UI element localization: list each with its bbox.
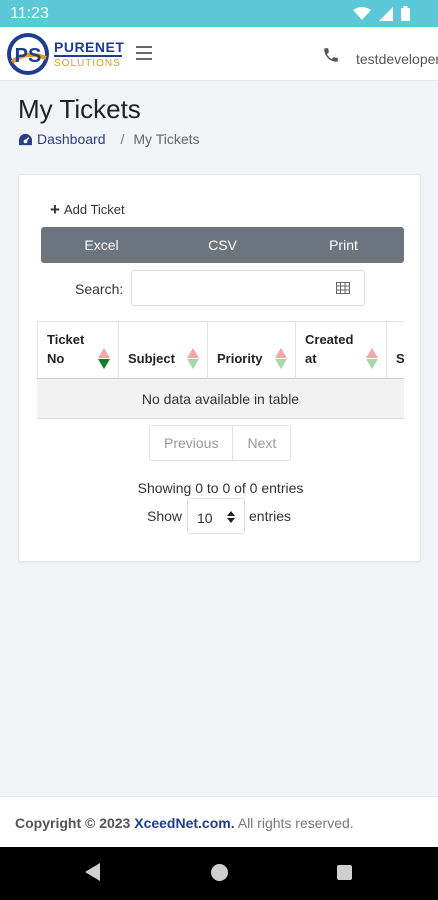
- breadcrumb-separator: /: [120, 131, 125, 147]
- page-title: My Tickets: [18, 94, 141, 124]
- top-navbar: PS PURENET SOLUTIONS testdeveloper: [0, 27, 438, 81]
- page-footer: Copyright © 2023 XceedNet.com. All right…: [0, 796, 438, 847]
- column-label: Subject: [128, 351, 175, 366]
- column-label: Priority: [217, 351, 263, 366]
- search-field: [131, 270, 365, 306]
- table-header: Ticket No Subject Priority Created at S: [37, 321, 404, 379]
- hamburger-icon[interactable]: [136, 46, 152, 60]
- signal-icon: [379, 6, 393, 21]
- column-status[interactable]: S: [386, 322, 404, 378]
- tickets-table: Ticket No Subject Priority Created at S …: [37, 321, 404, 421]
- sort-icon: [275, 348, 287, 369]
- brand-tagline: SOLUTIONS: [54, 58, 121, 69]
- breadcrumb-dashboard-label: Dashboard: [37, 131, 106, 147]
- print-button[interactable]: Print: [283, 227, 404, 263]
- column-created-at[interactable]: Created at: [295, 322, 386, 378]
- excel-button[interactable]: Excel: [41, 227, 162, 263]
- pagination: Previous Next: [149, 425, 292, 461]
- company-link[interactable]: XceedNet.com.: [134, 815, 234, 831]
- status-time: 11:23: [10, 5, 49, 22]
- csv-button[interactable]: CSV: [162, 227, 283, 263]
- phone-icon[interactable]: [322, 46, 340, 64]
- add-ticket-button[interactable]: + Add Ticket: [50, 201, 125, 218]
- export-button-group: Excel CSV Print: [41, 227, 404, 263]
- recent-apps-icon[interactable]: [337, 865, 352, 880]
- status-icons: [353, 6, 410, 21]
- column-ticket-no[interactable]: Ticket No: [37, 322, 118, 378]
- user-name[interactable]: testdeveloper: [356, 51, 438, 67]
- column-label: at: [305, 351, 317, 366]
- empty-table-row: No data available in table: [37, 379, 404, 419]
- column-label: Created: [305, 332, 354, 347]
- previous-page-button[interactable]: Previous: [150, 426, 233, 460]
- wifi-icon: [353, 6, 371, 20]
- breadcrumb: Dashboard / My Tickets: [18, 131, 200, 147]
- status-bar: 11:23: [0, 0, 438, 27]
- entries-select-value: 10: [197, 510, 213, 526]
- search-label: Search:: [75, 281, 124, 297]
- home-icon[interactable]: [211, 864, 228, 881]
- dashboard-icon: [19, 133, 32, 145]
- keyboard-icon[interactable]: [336, 282, 350, 294]
- sort-icon: [98, 348, 110, 369]
- battery-icon: [401, 6, 410, 21]
- back-icon[interactable]: [85, 863, 100, 881]
- next-page-button[interactable]: Next: [232, 426, 291, 460]
- table-info: Showing 0 to 0 of 0 entries: [137, 480, 304, 496]
- column-label: Ticket: [47, 332, 85, 347]
- logo-letters: PS: [15, 45, 42, 67]
- add-ticket-label: Add Ticket: [63, 202, 125, 217]
- entries-label: entries: [249, 508, 292, 524]
- entries-select[interactable]: 10: [187, 498, 245, 534]
- brand-name: PURENET: [54, 39, 125, 55]
- show-label: Show: [147, 508, 183, 524]
- breadcrumb-current: My Tickets: [133, 131, 200, 147]
- breadcrumb-dashboard-link[interactable]: Dashboard: [18, 131, 106, 147]
- sort-icon: [187, 348, 199, 369]
- copyright-text: Copyright © 2023: [15, 815, 131, 831]
- column-subject[interactable]: Subject: [118, 322, 207, 378]
- sort-icon: [366, 348, 378, 369]
- plus-icon: +: [50, 200, 60, 219]
- system-nav-bar: [0, 847, 438, 900]
- select-arrows-icon: [227, 511, 235, 523]
- tickets-card: + Add Ticket Excel CSV Print Search: Tic…: [18, 174, 421, 562]
- brand-divider: [54, 55, 122, 57]
- search-input[interactable]: [132, 271, 364, 305]
- column-priority[interactable]: Priority: [207, 322, 295, 378]
- column-label: No: [47, 351, 65, 366]
- column-label: S: [396, 351, 404, 366]
- logo-icon[interactable]: PS: [6, 32, 50, 76]
- rights-text: All rights reserved.: [237, 815, 354, 831]
